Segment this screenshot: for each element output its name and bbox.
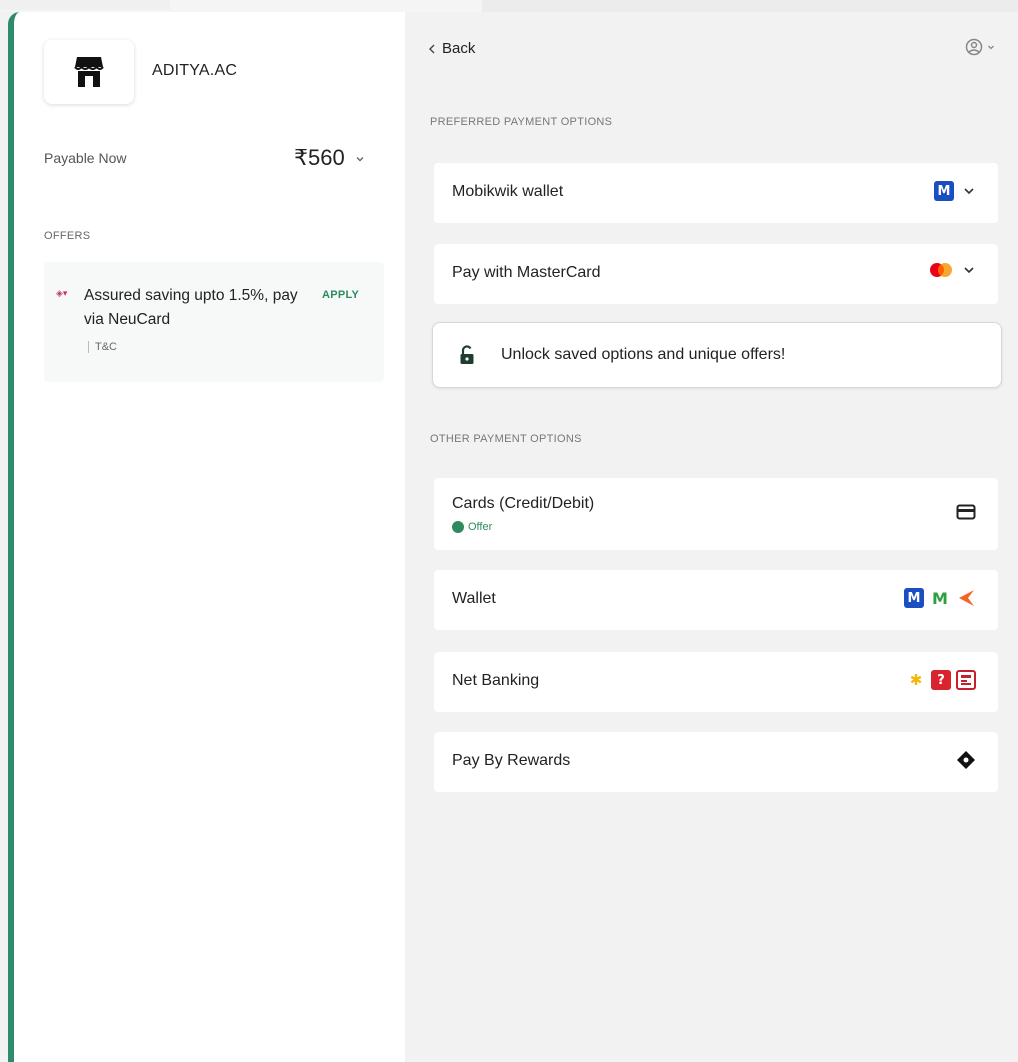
user-icon <box>965 38 983 56</box>
offer-card: ◈▾ Assured saving upto 1.5%, pay via Neu… <box>44 262 384 382</box>
option-wallet[interactable]: Wallet M M <box>434 570 998 630</box>
mobikwik-icon: M <box>904 588 924 608</box>
option-mastercard[interactable]: Pay with MasterCard <box>434 244 998 304</box>
offer-dot-icon <box>452 521 464 533</box>
option-net-banking[interactable]: Net Banking ✱ ? <box>434 652 998 712</box>
other-options-title: OTHER PAYMENT OPTIONS <box>430 433 582 445</box>
chevron-down-icon <box>964 188 974 195</box>
payable-label: Payable Now <box>44 150 127 166</box>
chevron-down-icon <box>964 267 974 274</box>
option-mobikwik-wallet[interactable]: Mobikwik wallet M <box>434 163 998 223</box>
payment-header: Back <box>420 26 1018 76</box>
bank-icon: ? <box>931 670 951 690</box>
unlock-offers-button[interactable]: Unlock saved options and unique offers! <box>432 322 1002 388</box>
bank-icon <box>956 670 976 690</box>
back-button[interactable]: Back <box>428 40 475 57</box>
store-icon <box>74 57 104 87</box>
bank-icon: ✱ <box>906 670 926 690</box>
mobikwik-icon: M <box>934 181 954 201</box>
payable-amount-toggle[interactable]: ₹560 <box>294 145 365 171</box>
merchant-logo <box>44 40 134 104</box>
freecharge-icon <box>959 590 974 606</box>
top-strip <box>0 0 1018 12</box>
account-menu[interactable] <box>965 38 995 56</box>
card-icon <box>956 504 976 520</box>
terms-link[interactable]: T&C <box>88 341 117 353</box>
chevron-down-icon <box>356 157 364 162</box>
top-strip-segment <box>0 0 170 10</box>
order-summary-panel: ADITYA.AC Payable Now ₹560 OFFERS ◈▾ Ass… <box>8 12 405 1062</box>
merchant-name: ADITYA.AC <box>152 62 238 79</box>
mastercard-icon <box>930 263 952 277</box>
option-label: Mobikwik wallet <box>452 183 564 200</box>
chevron-left-icon <box>429 44 435 53</box>
option-label: Wallet <box>452 590 496 607</box>
offers-title: OFFERS <box>44 230 91 242</box>
preferred-options-title: PREFERRED PAYMENT OPTIONS <box>430 116 613 128</box>
offer-badge-label: Offer <box>468 521 493 533</box>
option-label: Net Banking <box>452 672 540 689</box>
option-pay-by-rewards[interactable]: Pay By Rewards <box>434 732 998 792</box>
back-label: Back <box>442 40 476 57</box>
unlock-text: Unlock saved options and unique offers! <box>501 346 786 363</box>
offer-description: Assured saving upto 1.5%, pay via NeuCar… <box>84 287 298 328</box>
rewards-icon <box>957 751 975 769</box>
lock-open-icon <box>460 345 474 364</box>
apply-offer-button[interactable]: APPLY <box>322 289 359 301</box>
neucoin-icon: ◈▾ <box>56 288 68 298</box>
chevron-down-icon <box>988 45 994 50</box>
option-label: Pay By Rewards <box>452 752 571 769</box>
top-strip-segment <box>482 0 1018 12</box>
option-cards[interactable]: Cards (Credit/Debit) Offer <box>434 478 998 550</box>
option-label: Cards (Credit/Debit) <box>452 495 595 512</box>
payable-amount: ₹560 <box>294 145 345 170</box>
option-label: Pay with MasterCard <box>452 264 601 281</box>
m-wallet-icon: M <box>932 588 948 608</box>
offer-badge: Offer <box>452 521 492 533</box>
